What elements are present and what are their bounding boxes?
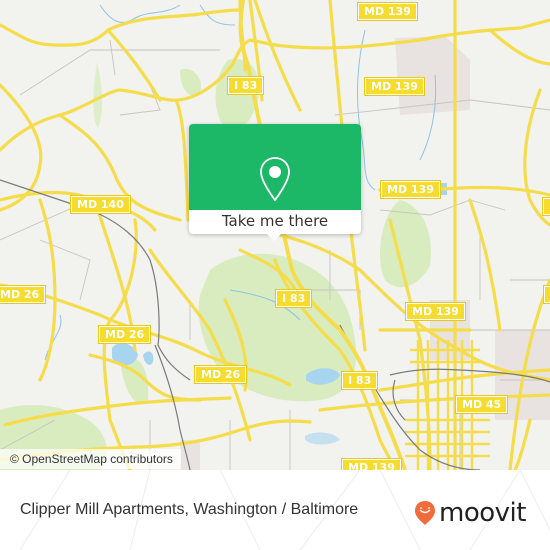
route-shield-md26: MD 26 bbox=[193, 365, 248, 384]
route-shield-md: M bbox=[543, 285, 550, 304]
take-me-there-button[interactable]: Take me there bbox=[189, 210, 361, 234]
route-shield-md26: MD 26 bbox=[97, 325, 152, 344]
route-shield-i83: I 83 bbox=[274, 289, 313, 308]
destination-popup: Take me there bbox=[189, 124, 361, 241]
route-shield-md26: MD 26 bbox=[0, 285, 47, 304]
popup-pointer bbox=[265, 232, 283, 241]
route-shield-i83: I 83 bbox=[340, 371, 379, 390]
route-shield-i83: I 83 bbox=[226, 76, 265, 95]
route-shield-md139: MD 139 bbox=[364, 77, 425, 96]
moovit-logo[interactable]: moovit bbox=[414, 500, 526, 526]
route-shield-md139: MD 139 bbox=[341, 458, 402, 470]
route-shield-md139: MD 139 bbox=[405, 302, 466, 321]
place-title: Clipper Mill Apartments, Washington / Ba… bbox=[20, 501, 359, 518]
route-shield-md: M bbox=[542, 197, 550, 216]
map-pin-icon bbox=[260, 157, 290, 202]
route-shield-md45: MD 45 bbox=[454, 395, 509, 414]
route-shield-md140: MD 140 bbox=[70, 195, 131, 214]
route-shield-md139: MD 139 bbox=[380, 180, 441, 199]
map-view[interactable]: MD 139 I 83 MD 139 MD 139 MD 140 MD 26 M… bbox=[0, 0, 550, 470]
moovit-wordmark: moovit bbox=[439, 498, 526, 528]
popup-header bbox=[189, 124, 361, 210]
footer-bar: Clipper Mill Apartments, Washington / Ba… bbox=[0, 470, 550, 550]
route-shield-md139: MD 139 bbox=[357, 2, 418, 21]
park-areas bbox=[0, 59, 431, 470]
moovit-pin-icon bbox=[415, 501, 435, 525]
map-attribution[interactable]: © OpenStreetMap contributors bbox=[0, 449, 181, 469]
